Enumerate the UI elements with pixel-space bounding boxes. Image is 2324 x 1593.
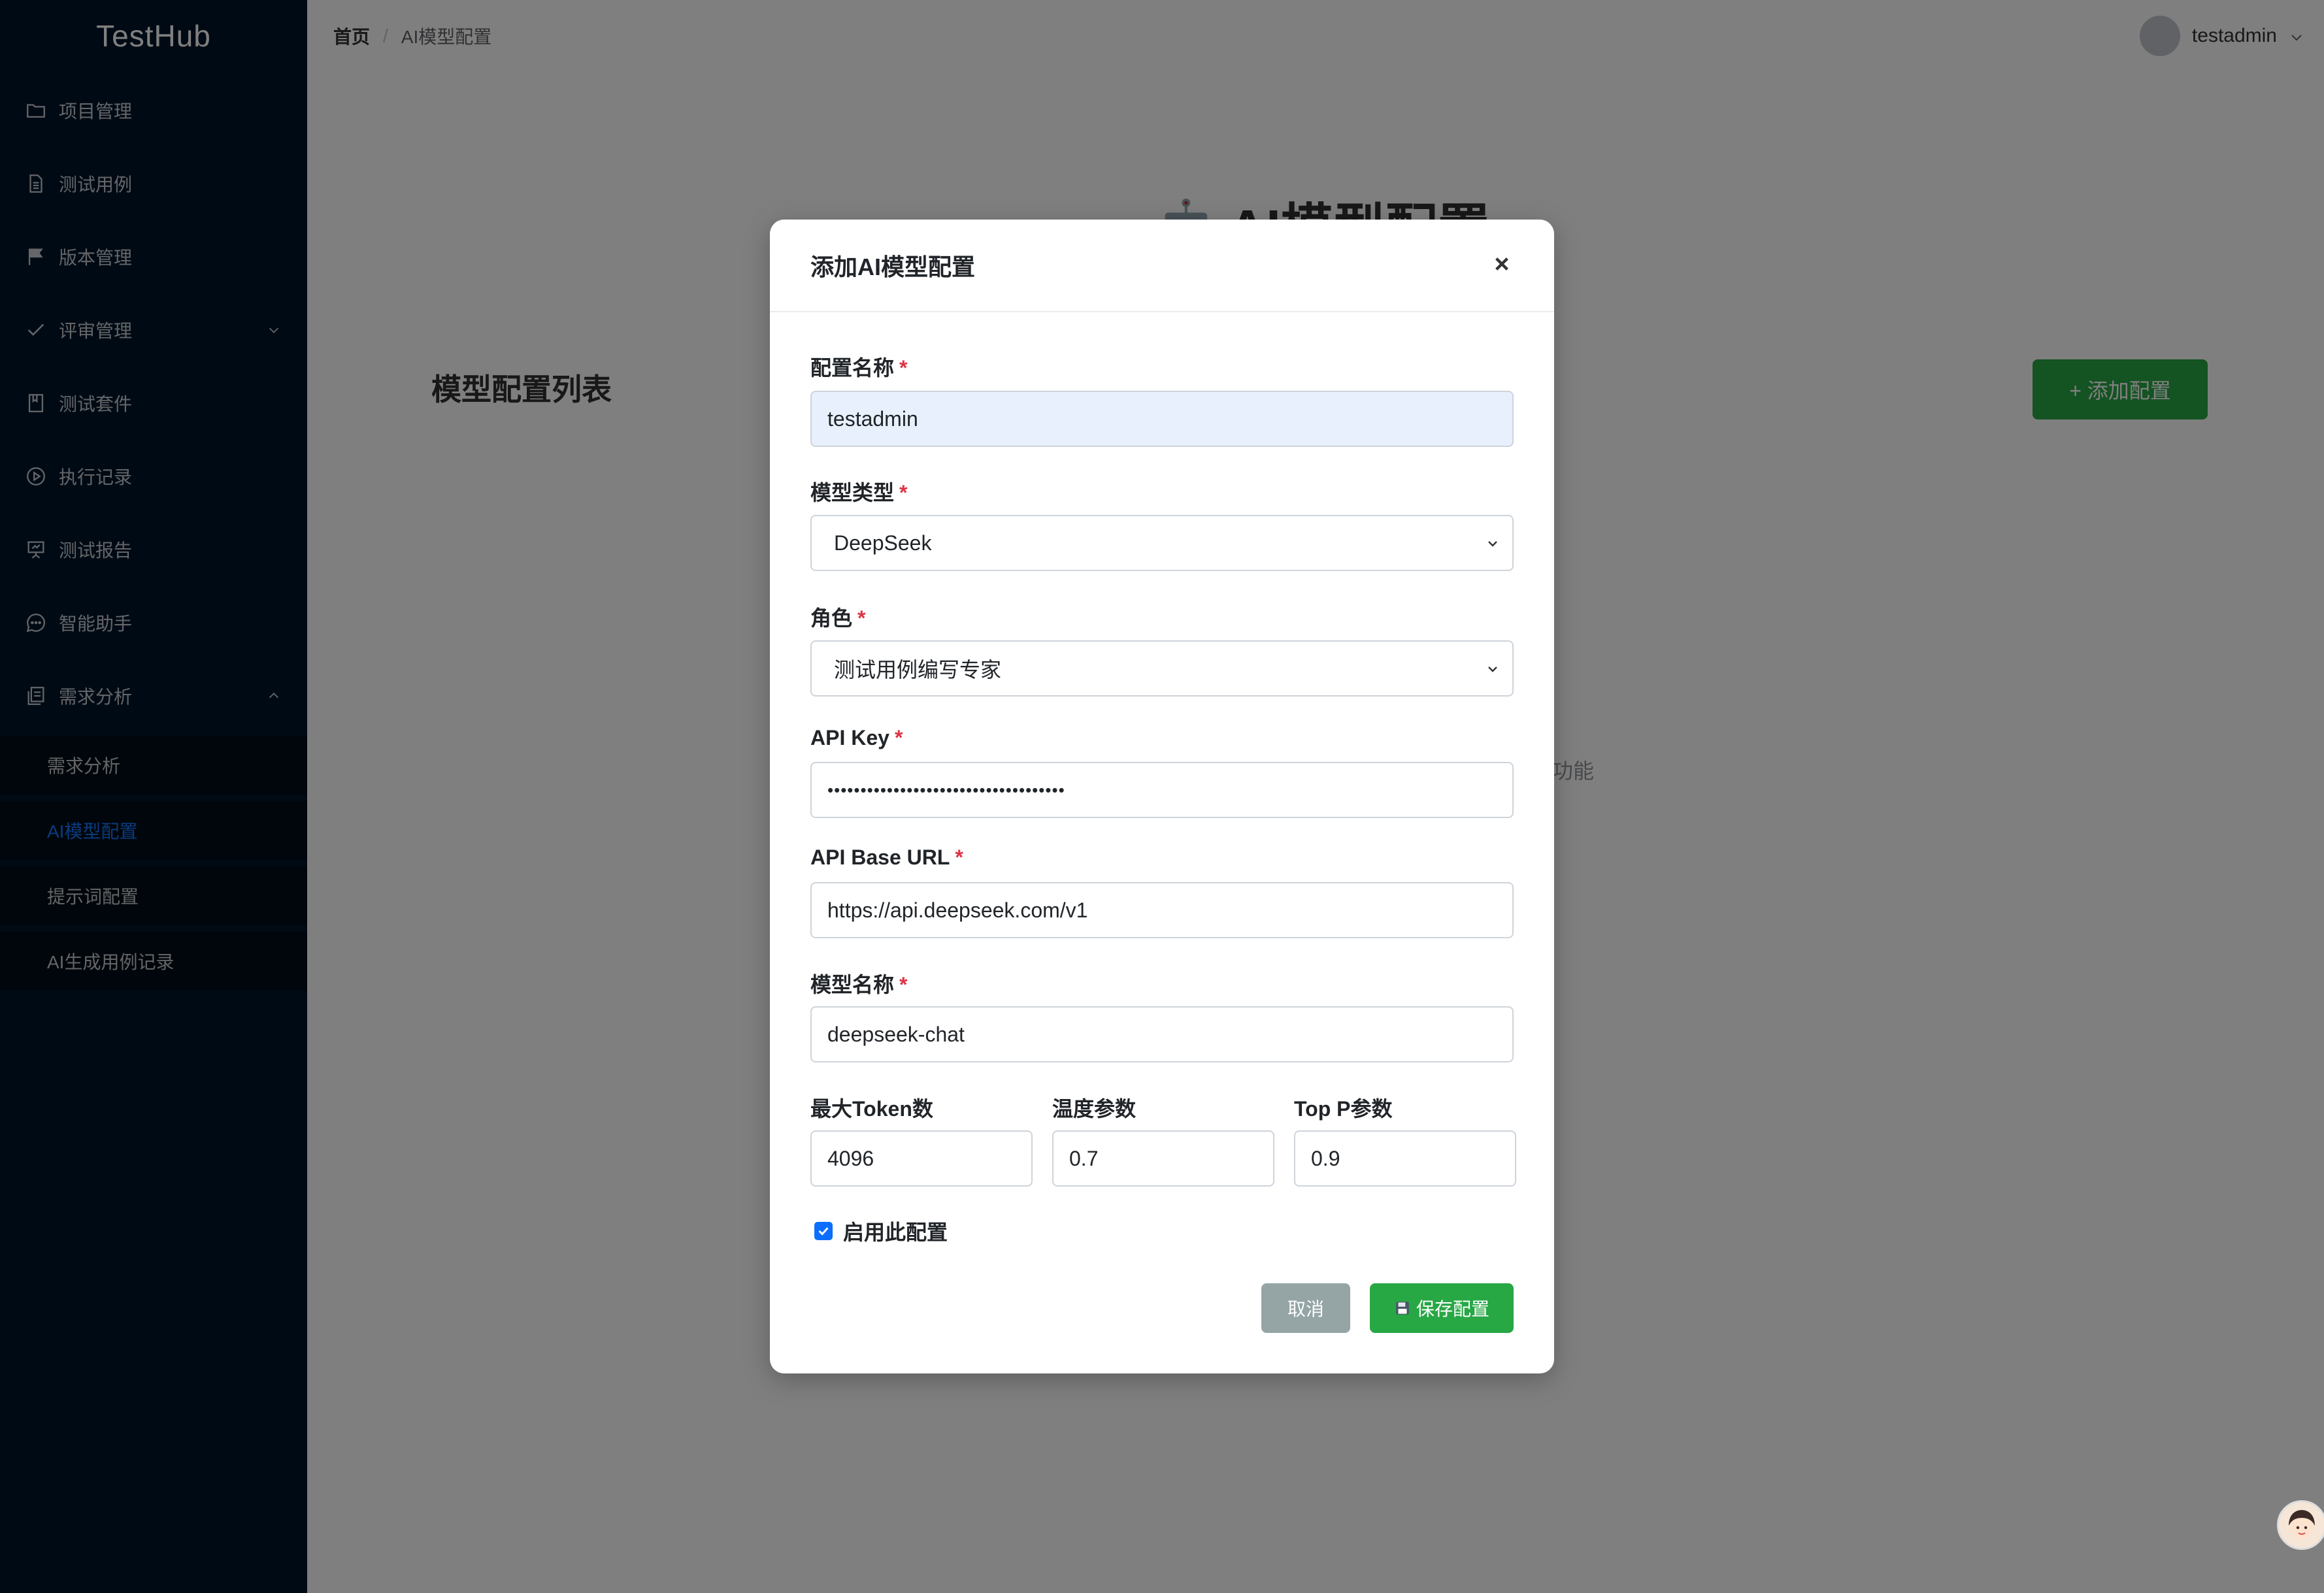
select-value: 测试用例编写专家 — [834, 658, 1002, 682]
role-label: 角色 * — [810, 602, 865, 632]
required-mark: * — [899, 973, 908, 996]
input-value: deepseek-chat — [827, 1022, 965, 1046]
label-text: API Key — [810, 726, 889, 749]
modal-header: 添加AI模型配置 — [770, 220, 1554, 312]
required-mark: * — [857, 606, 866, 630]
chevron-down-icon — [1485, 661, 1501, 677]
save-config-button[interactable]: 保存配置 — [1370, 1283, 1514, 1333]
config-name-input[interactable]: testadmin — [810, 391, 1514, 447]
model-type-label: 模型类型 * — [810, 476, 907, 506]
input-value: 4096 — [827, 1146, 874, 1170]
temperature-input[interactable]: 0.7 — [1052, 1130, 1274, 1187]
model-name-input[interactable]: deepseek-chat — [810, 1006, 1514, 1062]
api-key-input[interactable]: •••••••••••••••••••••••••••••••••••• — [810, 762, 1514, 818]
required-mark: * — [955, 846, 963, 869]
input-value: testadmin — [827, 406, 918, 431]
api-base-url-input[interactable]: https://api.deepseek.com/v1 — [810, 882, 1514, 938]
add-ai-model-config-modal: 添加AI模型配置 配置名称 * testadmin 模型类型 * DeepSeek … — [770, 220, 1554, 1373]
chevron-down-icon — [1485, 536, 1501, 551]
required-mark: * — [899, 481, 908, 504]
enable-config-checkbox[interactable] — [814, 1222, 833, 1240]
label-text: API Base URL — [810, 846, 950, 869]
model-name-label: 模型名称 * — [810, 968, 907, 998]
api-key-label: API Key * — [810, 726, 903, 750]
label-text: 模型名称 — [810, 973, 895, 996]
floating-assistant-avatar[interactable] — [2277, 1500, 2324, 1550]
input-value: 0.9 — [1311, 1146, 1340, 1170]
top-p-input[interactable]: 0.9 — [1294, 1130, 1516, 1187]
top-p-label: Top P参数 — [1294, 1097, 1393, 1121]
max-tokens-input[interactable]: 4096 — [810, 1130, 1033, 1187]
enable-config-row[interactable]: 启用此配置 — [814, 1216, 948, 1246]
required-mark: * — [899, 356, 908, 380]
modal-title: 添加AI模型配置 — [810, 254, 976, 280]
api-base-url-label: API Base URL * — [810, 846, 963, 870]
password-value: •••••••••••••••••••••••••••••••••••• — [827, 780, 1065, 800]
cancel-button[interactable]: 取消 — [1261, 1283, 1350, 1333]
max-tokens-label: 最大Token数 — [810, 1097, 933, 1121]
select-value: DeepSeek — [834, 531, 932, 555]
required-mark: * — [894, 726, 903, 749]
label-text: 模型类型 — [810, 481, 895, 504]
config-name-label: 配置名称 * — [810, 352, 907, 382]
enable-config-label[interactable]: 启用此配置 — [843, 1216, 948, 1246]
save-config-label: 保存配置 — [1416, 1299, 1489, 1319]
temperature-label: 温度参数 — [1052, 1097, 1137, 1121]
input-value: 0.7 — [1069, 1146, 1099, 1170]
model-type-select[interactable]: DeepSeek — [810, 515, 1514, 571]
label-text: 配置名称 — [810, 356, 895, 380]
floppy-disk-icon — [1394, 1300, 1411, 1317]
input-value: https://api.deepseek.com/v1 — [827, 898, 1088, 922]
role-select[interactable]: 测试用例编写专家 — [810, 640, 1514, 697]
close-icon[interactable] — [1489, 251, 1515, 277]
label-text: 角色 — [810, 606, 853, 630]
